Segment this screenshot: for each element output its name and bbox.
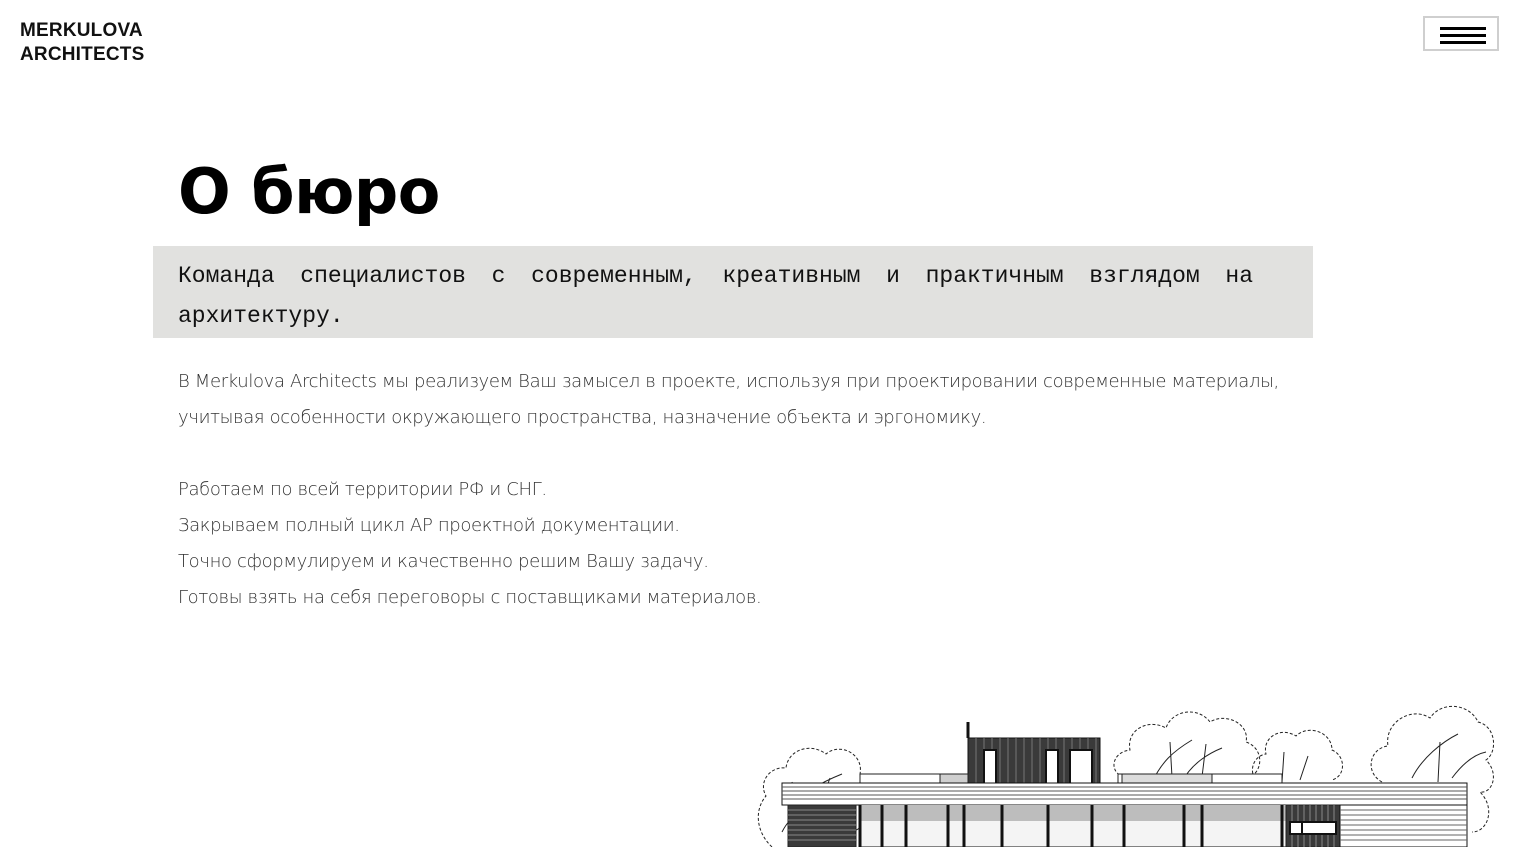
page-title: О бюро — [178, 155, 440, 228]
point-item: Закрываем полный цикл АР проектной докум… — [178, 515, 680, 536]
intro-paragraph: В Merkulova Architects мы реализуем Ваш … — [178, 371, 1279, 428]
logo-line-2: ARCHITECTS — [20, 44, 145, 65]
point-item: Точно сформулируем и качественно решим В… — [178, 551, 709, 572]
point-item: Работаем по всей территории РФ и СНГ. — [178, 479, 547, 500]
logo-line-1: MERKULOVA — [20, 20, 143, 41]
menu-button[interactable] — [1423, 16, 1499, 51]
house-elevation-drawing — [757, 705, 1494, 847]
about-text: В Merkulova Architects мы реализуем Ваш … — [178, 364, 1338, 616]
logo[interactable]: MERKULOVA ARCHITECTS — [20, 19, 144, 67]
point-item: Готовы взять на себя переговоры с постав… — [178, 587, 762, 608]
lead-text: Команда специалистов с современным, креа… — [153, 246, 1313, 338]
